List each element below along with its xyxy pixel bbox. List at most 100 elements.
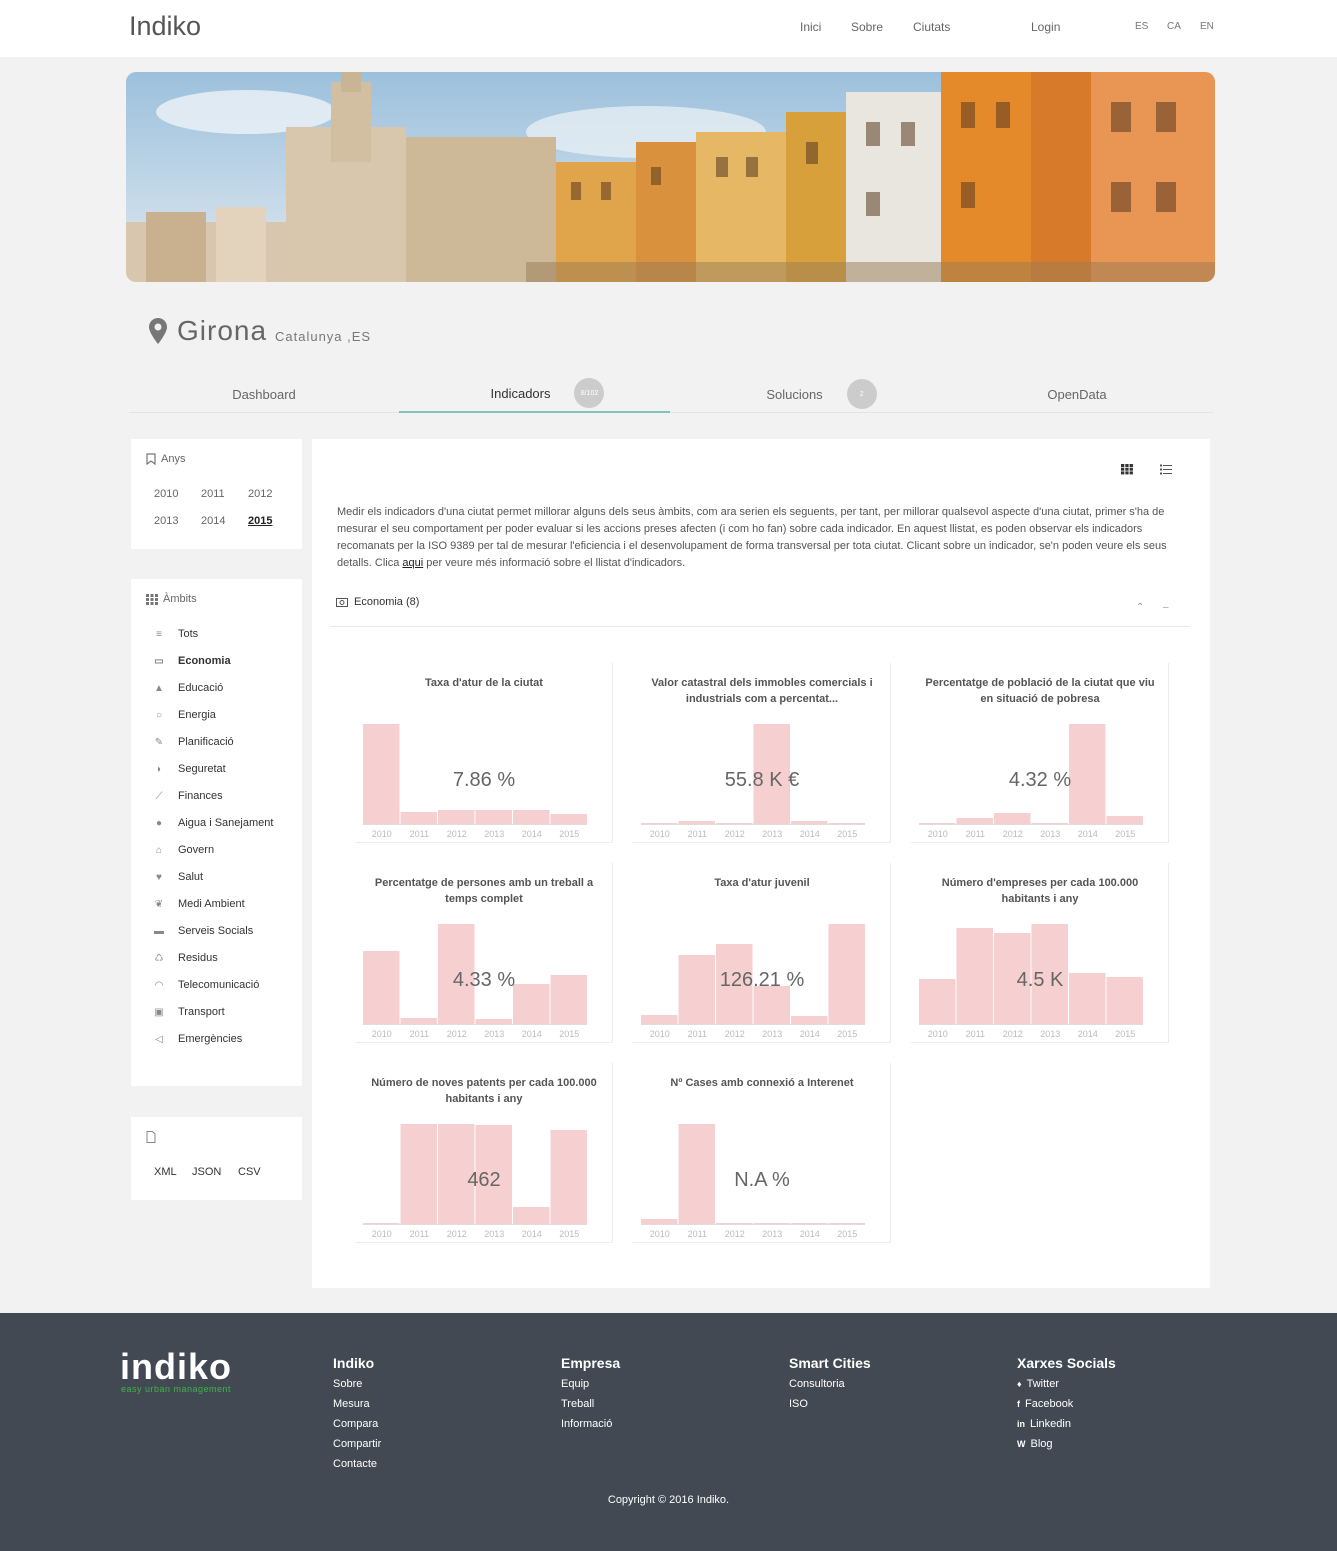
years-filter-box: Anys 2010 2011 2012 2013 2014 2015 [131,439,302,549]
chart-tick-label: 2014 [522,1029,542,1039]
chart-tick-label: 2013 [762,1029,782,1039]
chart-tick-label: 2011 [966,1029,985,1039]
ambit-item[interactable]: ▬ Serveis Socials [152,924,253,938]
login-link[interactable]: Login [1031,20,1060,34]
collapse-icon[interactable]: ⌃ [1136,602,1144,613]
ambit-item-label: Aigua i Sanejament [178,817,274,829]
indicator-card[interactable]: Número d'empreses per cada 100.000 habit… [911,863,1169,1043]
indicator-card[interactable]: Nº Cases amb connexió a Interenet 2010 201… [633,1063,891,1243]
ambit-item-label: Finances [178,790,223,802]
solutions-count-badge: 2 [846,379,877,409]
chart-tick-label: 2012 [725,829,745,839]
tab-label: OpenData [1047,386,1107,402]
footer-link[interactable]: in Linkedin [1017,1418,1071,1430]
footer-link[interactable]: Compartir [333,1438,381,1450]
lang-ca[interactable]: CA [1167,21,1181,32]
nav-sobre[interactable]: Sobre [851,20,883,34]
export-json[interactable]: JSON [192,1166,221,1178]
ambit-item[interactable]: ● Aigua i Sanejament [152,816,273,830]
export-csv[interactable]: CSV [238,1166,261,1178]
years-box-title: Anys [146,453,185,465]
ambit-item-label: Seguretat [178,763,226,775]
year-2010[interactable]: 2010 [154,488,178,500]
indicator-card[interactable]: Taxa d'atur de la ciutat 2010 2011 2012 2013… [355,663,613,843]
year-2014[interactable]: 2014 [201,515,225,527]
ambit-item[interactable]: ◁ Emergències [152,1032,242,1046]
chart-bar [791,1016,828,1024]
car-icon: ▣ [154,1006,164,1018]
indicators-intro-text: Medir els indicadors d'una ciutat permet… [337,504,1177,572]
ambit-item-label: Planificació [178,736,234,748]
grid-view-icon[interactable] [1120,462,1134,476]
ambit-item[interactable]: ▣ Transport [152,1005,224,1019]
footer-link[interactable]: Sobre [333,1378,362,1390]
list-view-icon[interactable] [1159,462,1173,476]
ambit-item[interactable]: ≡ Tots [152,627,198,641]
year-2013[interactable]: 2013 [154,515,178,527]
ambit-item[interactable]: ♥ Salut [152,870,203,884]
ambit-item[interactable]: ▭ Economia [152,654,230,668]
year-2011[interactable]: 2011 [201,488,225,500]
section-divider [330,626,1190,627]
footer-link[interactable]: Contacte [333,1458,377,1470]
ambits-box-title: Àmbits [146,593,197,605]
chart-tick-label: 2012 [725,1229,745,1239]
export-xml[interactable]: XML [154,1166,177,1178]
chart-tick-label: 2011 [688,1029,707,1039]
chart-bar [438,810,475,824]
footer-column-heading: Indiko [333,1355,375,1371]
footer-link[interactable]: Treball [561,1398,594,1410]
footer-link[interactable]: ISO [789,1398,808,1410]
ambit-item[interactable]: ○ Energia [152,708,216,722]
chart-tick-label: 2012 [1003,1029,1023,1039]
footer-link[interactable]: Equip [561,1378,589,1390]
tab-opendata[interactable]: OpenData [941,375,1213,413]
footer-link[interactable]: Mesura [333,1398,370,1410]
chart-tick-label: 2014 [800,1029,820,1039]
indicator-value: 4.5 K [1016,969,1064,991]
indicator-card[interactable]: Taxa d'atur juvenil 2010 2011 2012 2013 2014 2… [633,863,891,1043]
chart-tick-label: 2011 [410,829,429,839]
footer-link[interactable]: W Blog [1017,1438,1053,1450]
footer-link[interactable]: ♦ Twitter [1017,1378,1059,1390]
shield-icon: ◗ [155,763,163,775]
section-economia-header[interactable]: Economia (8) [336,596,419,608]
ambit-item[interactable]: ◗ Seguretat [152,762,226,776]
copyright: Copyright © 2016 Indiko. [607,1494,730,1506]
footer-link-label: Compara [333,1418,379,1430]
footer-link[interactable]: f Facebook [1017,1398,1073,1410]
indicator-value: 4.33 % [452,969,516,991]
indicator-card[interactable]: Percentatge de població de la ciutat que… [911,663,1169,843]
tab-indicadors[interactable]: Indicadors 8/102 [399,375,670,413]
lang-es[interactable]: ES [1135,21,1148,32]
footer-link[interactable]: Compara [333,1418,378,1430]
ambit-item[interactable]: ♺ Residus [152,951,218,965]
brand-logo[interactable]: Indiko [129,11,201,42]
year-2015[interactable]: 2015 [248,515,272,527]
year-2012[interactable]: 2012 [248,488,272,500]
minimize-icon[interactable]: – [1163,602,1169,613]
ambit-item[interactable]: ⌂ Govern [152,843,214,857]
footer-link[interactable]: Informació [561,1418,612,1430]
indicator-card[interactable]: Valor catastral dels immobles comercials… [633,663,891,843]
more-info-link[interactable]: aqui [402,557,423,569]
indicator-card[interactable]: Percentatge de persones amb un treball a… [355,863,613,1043]
ambit-item[interactable]: ⟋ Finances [152,789,223,803]
footer-link-label: Compartir [333,1438,382,1450]
footer-link[interactable]: Consultoria [789,1378,845,1390]
ambit-item[interactable]: ❦ Medi Ambient [152,897,245,911]
lightbulb-icon: ○ [155,709,163,721]
nav-ciutats[interactable]: Ciutats [913,20,950,34]
ambit-item[interactable]: ◠ Telecomunicació [152,978,260,992]
ambit-item[interactable]: ✎ Planificació [152,735,234,749]
footer-link-label: Twitter [1026,1378,1059,1390]
chart-bar [400,812,437,824]
tab-solucions[interactable]: Solucions 2 [670,375,941,413]
chart-bar [641,1219,678,1224]
ambit-item[interactable]: ▲ Educació [152,681,223,695]
tab-dashboard[interactable]: Dashboard [129,375,399,413]
indicator-card[interactable]: Número de noves patents per cada 100.000… [355,1063,613,1243]
ambit-item-label: Serveis Socials [178,925,254,937]
nav-inici[interactable]: Inici [800,20,821,34]
lang-en[interactable]: EN [1200,21,1214,32]
